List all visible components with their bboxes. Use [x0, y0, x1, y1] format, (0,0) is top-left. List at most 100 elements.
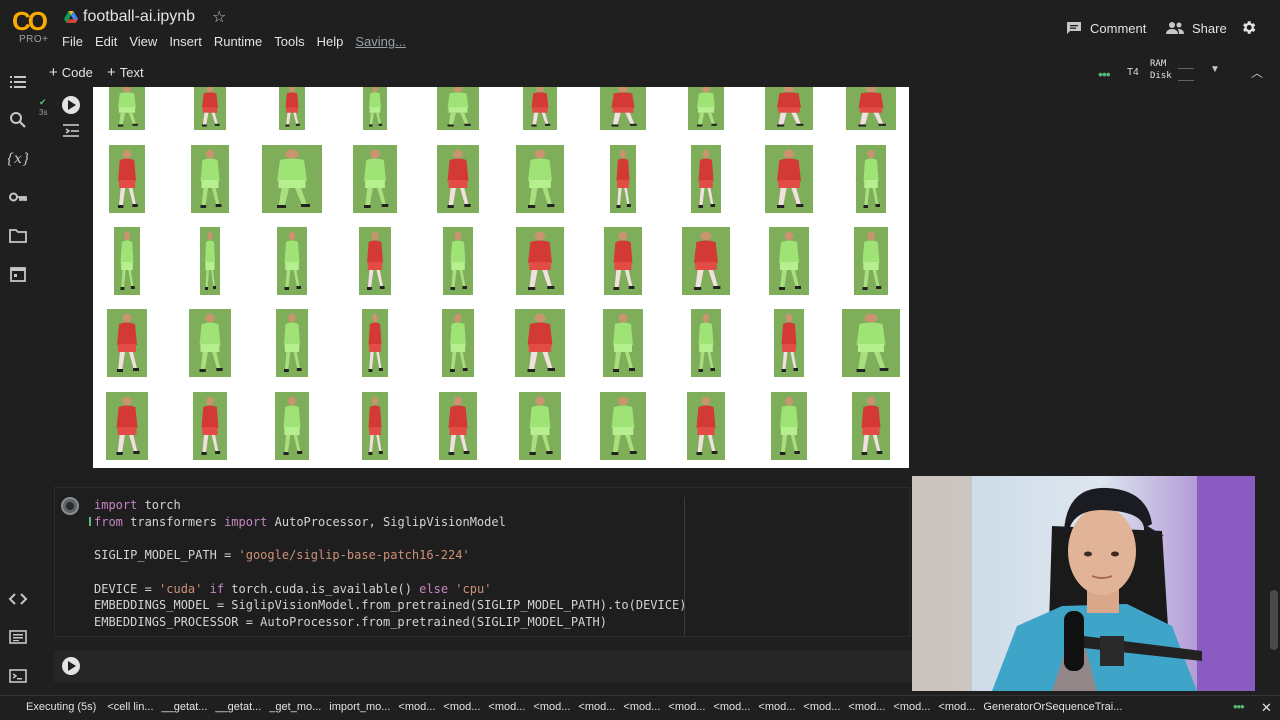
player-crop-green: [600, 392, 646, 460]
stack-frame[interactable]: <mod...: [848, 701, 885, 713]
player-crop-green: [603, 309, 643, 377]
player-crop-green: [856, 145, 886, 213]
calendar-icon[interactable]: [8, 264, 28, 284]
player-crop-red: [362, 309, 388, 377]
player-crop-red: [109, 145, 145, 213]
stack-frame[interactable]: <cell lin...: [107, 701, 153, 713]
run-cell-button[interactable]: [62, 96, 80, 114]
menu-tools[interactable]: Tools: [274, 34, 304, 49]
player-crop-red: [682, 227, 730, 295]
more-dots-icon[interactable]: •••: [1233, 699, 1245, 714]
disk-label: Disk: [1150, 71, 1172, 81]
save-status[interactable]: Saving...: [355, 34, 406, 49]
disk-bar: [1178, 80, 1194, 81]
player-crop-green: [769, 227, 809, 295]
stack-frame[interactable]: <mod...: [938, 701, 975, 713]
close-icon[interactable]: ✕: [1261, 700, 1272, 716]
logo-tier: PRO+: [19, 34, 49, 45]
ram-bar: [1178, 68, 1194, 69]
player-crop-green: [363, 87, 387, 130]
stack-frame[interactable]: <mod...: [578, 701, 615, 713]
player-crop-red: [610, 145, 636, 213]
menu-bar: File Edit View Insert Runtime Tools Help…: [62, 34, 418, 49]
comment-icon: [1067, 22, 1081, 34]
svg-text:{x}: {x}: [8, 151, 28, 167]
player-crop-red: [359, 227, 391, 295]
share-icon: [1166, 22, 1184, 34]
command-palette-icon[interactable]: [8, 627, 28, 647]
player-crop-green: [191, 145, 229, 213]
player-crop-green: [277, 227, 307, 295]
player-crop-red: [765, 87, 813, 130]
add-code-label: Code: [61, 65, 93, 80]
chevron-down-icon[interactable]: ▼: [1210, 64, 1220, 75]
player-crop-green: [200, 227, 220, 295]
player-crop-red: [846, 87, 896, 130]
player-crop-red: [194, 87, 226, 130]
menu-view[interactable]: View: [129, 34, 157, 49]
terminal-icon[interactable]: [8, 666, 28, 686]
toc-icon[interactable]: [8, 72, 28, 92]
colab-logo[interactable]: CO PRO+: [12, 6, 50, 45]
stack-frame[interactable]: <mod...: [758, 701, 795, 713]
chevron-up-icon[interactable]: ︿: [1251, 64, 1263, 81]
stack-frame[interactable]: <mod...: [713, 701, 750, 713]
player-crop-red: [439, 392, 477, 460]
stack-frame[interactable]: GeneratorOrSequenceTrai...: [983, 701, 1122, 713]
menu-help[interactable]: Help: [317, 34, 344, 49]
empty-code-cell[interactable]: [54, 650, 914, 682]
stack-frame[interactable]: __getat...: [162, 701, 208, 713]
notebook-title[interactable]: football-ai.ipynb: [83, 8, 195, 26]
menu-file[interactable]: File: [62, 34, 83, 49]
stack-frame[interactable]: <mod...: [893, 701, 930, 713]
runtime-type: T4: [1127, 67, 1139, 78]
plus-icon: +: [107, 64, 116, 81]
add-text-button[interactable]: + Text: [107, 64, 144, 81]
player-crop-red: [600, 87, 646, 130]
code-snippets-icon[interactable]: [8, 589, 28, 609]
output-toggle-icon[interactable]: [62, 123, 80, 137]
stack-frame[interactable]: <mod...: [803, 701, 840, 713]
player-crop-red: [279, 87, 305, 130]
star-icon[interactable]: ☆: [212, 7, 226, 27]
connected-dots-icon: •••: [1098, 66, 1111, 82]
run-cell-button-running[interactable]: [61, 497, 79, 515]
variables-icon[interactable]: {x}: [8, 148, 28, 168]
player-crop-red: [193, 392, 227, 460]
stack-frame[interactable]: <mod...: [398, 701, 435, 713]
stack-frame[interactable]: <mod...: [668, 701, 705, 713]
key-icon[interactable]: [8, 187, 28, 207]
add-code-button[interactable]: + Code: [49, 64, 93, 81]
stack-frame[interactable]: <mod...: [443, 701, 480, 713]
player-crop-green: [691, 309, 721, 377]
stack-frame[interactable]: <mod...: [488, 701, 525, 713]
player-crop-red: [691, 145, 721, 213]
stack-frame[interactable]: __getat...: [215, 701, 261, 713]
folder-icon[interactable]: [8, 226, 28, 246]
gear-icon[interactable]: [1240, 19, 1257, 36]
stack-frame[interactable]: <mod...: [533, 701, 570, 713]
stack-frame[interactable]: <mod...: [623, 701, 660, 713]
menu-edit[interactable]: Edit: [95, 34, 117, 49]
comment-button[interactable]: Comment: [1066, 18, 1146, 38]
player-crop-red: [106, 392, 148, 460]
player-crop-green: [842, 309, 900, 377]
player-crop-green: [109, 87, 145, 130]
player-crop-green: [353, 145, 397, 213]
player-crop-red: [515, 309, 565, 377]
executing-label: Executing (5s): [26, 701, 97, 713]
code-editor[interactable]: import torch from transformers import Au…: [94, 497, 686, 631]
scrollbar-thumb[interactable]: [1270, 590, 1278, 650]
execution-stack[interactable]: Executing (5s) <cell lin... __getat... __g…: [26, 701, 1130, 713]
menu-insert[interactable]: Insert: [169, 34, 202, 49]
player-crop-green: [771, 392, 807, 460]
search-icon[interactable]: [8, 110, 28, 130]
logo-letters: CO: [12, 6, 48, 36]
run-empty-cell-button[interactable]: [62, 657, 80, 675]
player-crop-green: [854, 227, 888, 295]
stack-frame[interactable]: import_mo...: [329, 701, 390, 713]
resource-monitor[interactable]: ••• T4 RAM Disk ▼: [1098, 59, 1228, 84]
share-button[interactable]: Share: [1166, 18, 1227, 38]
stack-frame[interactable]: _get_mo...: [269, 701, 321, 713]
menu-runtime[interactable]: Runtime: [214, 34, 262, 49]
